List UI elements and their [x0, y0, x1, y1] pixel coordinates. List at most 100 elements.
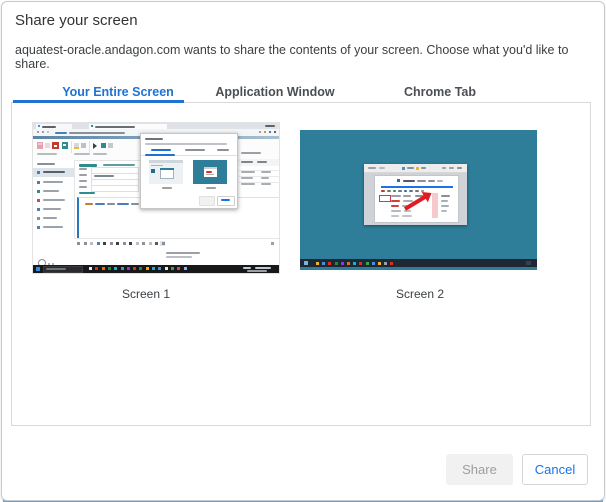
thumbnail-art [166, 252, 200, 254]
thumbnail-art [91, 185, 139, 192]
thumbnail-art [93, 143, 97, 149]
active-tab-underline [13, 100, 184, 103]
thumbnail-art [261, 183, 271, 185]
tab-application-window[interactable]: Application Window [215, 85, 334, 99]
thumbnail-art [151, 169, 155, 173]
dialog-title: Share your screen [15, 12, 138, 29]
thumbnail-art [69, 132, 125, 134]
thumbnail-art [261, 171, 271, 173]
thumbnail-art [409, 190, 413, 192]
thumbnail-art [526, 261, 531, 265]
thumbnail-art [415, 190, 419, 192]
screenshot-stage: Share your screen aquatest-oracle.andago… [0, 0, 606, 502]
cancel-button[interactable]: Cancel [522, 454, 588, 485]
mini-app-window [364, 164, 467, 225]
thumbnail-art [93, 153, 107, 155]
thumbnail-art [101, 143, 106, 148]
thumbnail-art [160, 168, 174, 170]
thumbnail-art [42, 126, 56, 128]
thumbnail-art [95, 203, 105, 205]
thumbnail-art [95, 126, 135, 128]
mini-share-dialog [140, 133, 238, 209]
thumbnail-art [217, 149, 229, 151]
thumbnail-art [46, 268, 66, 270]
thumbnail-art [421, 167, 426, 169]
app-icon [90, 242, 93, 245]
thumbnail-art [428, 180, 435, 182]
app-icon [123, 242, 126, 245]
app-icon [110, 242, 113, 245]
thumbnail-art [47, 131, 49, 133]
thumbnail-art [391, 210, 401, 212]
screen-picker-panel: Screen 1 Screen 2 [11, 102, 591, 426]
app-icon [390, 262, 393, 265]
thumbnail-art [381, 190, 385, 192]
app-icon [378, 262, 381, 265]
mini-mini-screen2 [193, 160, 227, 184]
thumbnail-art [63, 144, 66, 146]
thumbnail-art [107, 203, 115, 205]
thumbnail-art [94, 175, 114, 177]
thumbnail-art [243, 267, 251, 269]
app-icon [84, 242, 87, 245]
thumbnail-art [151, 165, 163, 166]
screen-2-label: Screen 2 [396, 287, 444, 301]
screen-1-thumbnail[interactable] [33, 123, 279, 273]
windows-start-icon [36, 267, 40, 271]
thumbnail-art [257, 161, 267, 163]
mini-window-toolbar [364, 164, 467, 173]
thumbnail-art [45, 143, 50, 148]
thumbnail-art [131, 203, 139, 205]
thumbnail-art [149, 160, 183, 163]
thumbnail-art [442, 167, 446, 169]
thumbnail-art [81, 143, 86, 148]
app-icon [158, 267, 161, 270]
app-icon [114, 267, 117, 270]
app-icon [121, 267, 124, 270]
thumbnail-art [162, 187, 172, 189]
thumbnail-art [391, 195, 401, 197]
thumbnail-art [387, 190, 391, 192]
thumbnail-art [89, 141, 90, 153]
app-icon [127, 267, 130, 270]
app-icon [372, 262, 375, 265]
thumbnail-art [204, 167, 217, 169]
tab-your-entire-screen[interactable]: Your Entire Screen [62, 85, 174, 99]
mini-document-page [374, 175, 459, 223]
thumbnail-art [103, 164, 135, 166]
thumbnail-art [37, 163, 55, 165]
thumbnail-art [74, 238, 279, 239]
thumbnail-art [37, 190, 40, 193]
thumbnail-art [79, 174, 87, 176]
thumbnail-art [417, 180, 426, 182]
thumbnail-art [71, 141, 72, 153]
thumbnail-art [108, 143, 113, 148]
thumbnail-art [74, 153, 90, 155]
tab-chrome-tab[interactable]: Chrome Tab [404, 85, 476, 99]
app-icon [102, 267, 105, 270]
red-outline-cell [379, 195, 391, 202]
screen-1-label: Screen 1 [122, 287, 170, 301]
share-button[interactable]: Share [446, 454, 513, 485]
thumbnail-art [79, 180, 87, 182]
app-icon [165, 267, 168, 270]
thumbnail-art [402, 167, 405, 170]
app-icon [139, 267, 142, 270]
thumbnail-art [43, 181, 63, 183]
dialog-buttons: Share Cancel [446, 454, 588, 485]
screen-2-thumbnail[interactable] [300, 130, 537, 270]
app-icon [77, 242, 80, 245]
thumbnail-art [166, 256, 192, 258]
thumbnail-art [441, 205, 449, 207]
thumbnail-art [402, 215, 412, 217]
app-icon [129, 242, 132, 245]
thumbnail-art [261, 177, 269, 179]
thumbnail-art [145, 154, 175, 156]
app-icon [347, 262, 350, 265]
thumbnail-art [79, 192, 95, 194]
app-icon [171, 267, 174, 270]
thumbnail-art [403, 180, 415, 182]
thumbnail-art [391, 205, 399, 207]
thumbnail-art [221, 199, 230, 201]
app-icon [97, 242, 100, 245]
